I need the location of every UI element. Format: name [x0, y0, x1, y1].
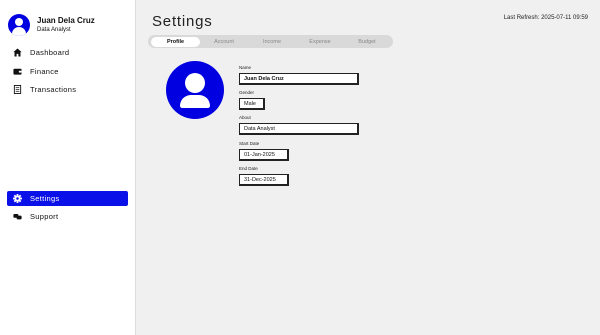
sidebar-item-label: Transactions — [30, 85, 77, 94]
name-label: Name — [239, 65, 252, 70]
start-date-field[interactable]: 01-Jan-2025 — [239, 149, 289, 161]
end-date-label: End Date — [239, 166, 258, 171]
tab-profile[interactable]: Profile — [151, 36, 200, 47]
sidebar-item-label: Finance — [30, 67, 59, 76]
user-avatar-icon — [8, 14, 30, 36]
gear-icon — [13, 194, 22, 203]
tab-expense[interactable]: Expense — [296, 37, 344, 47]
sidebar-item-transactions[interactable]: Transactions — [7, 82, 128, 97]
sidebar-item-settings[interactable]: Settings — [7, 191, 128, 206]
tab-account[interactable]: Account — [200, 37, 248, 47]
user-role: Data Analyst — [37, 27, 71, 33]
document-icon — [13, 85, 22, 94]
start-date-label: Start Date — [239, 141, 260, 146]
sidebar: Juan Dela Cruz Data Analyst Dashboard Fi… — [0, 0, 136, 335]
sidebar-item-finance[interactable]: Finance — [7, 64, 128, 79]
about-field[interactable]: Data Analyst — [239, 123, 359, 135]
tab-income[interactable]: Income — [248, 37, 296, 47]
profile-avatar-icon[interactable] — [166, 61, 224, 119]
last-refresh-text: Last Refresh: 2025-07-11 09:59 — [503, 15, 588, 21]
page-title: Settings — [152, 13, 213, 30]
sidebar-item-label: Settings — [30, 194, 60, 203]
sidebar-item-label: Dashboard — [30, 48, 70, 57]
about-label: About — [239, 115, 251, 120]
user-name: Juan Dela Cruz — [37, 16, 95, 25]
sidebar-item-dashboard[interactable]: Dashboard — [7, 45, 128, 60]
user-profile[interactable]: Juan Dela Cruz Data Analyst — [8, 14, 95, 36]
sidebar-item-support[interactable]: Support — [7, 209, 128, 224]
name-field[interactable]: Juan Dela Cruz — [239, 73, 359, 85]
settings-tabs: Profile Account Income Expense Budget — [148, 35, 393, 48]
home-icon — [13, 48, 22, 57]
sidebar-item-label: Support — [30, 212, 59, 221]
gender-label: Gender — [239, 90, 255, 95]
end-date-field[interactable]: 31-Dec-2025 — [239, 174, 289, 186]
gender-field[interactable]: Male — [239, 98, 265, 110]
wallet-icon — [13, 67, 22, 76]
tab-budget[interactable]: Budget — [344, 37, 390, 47]
support-icon — [13, 212, 22, 221]
